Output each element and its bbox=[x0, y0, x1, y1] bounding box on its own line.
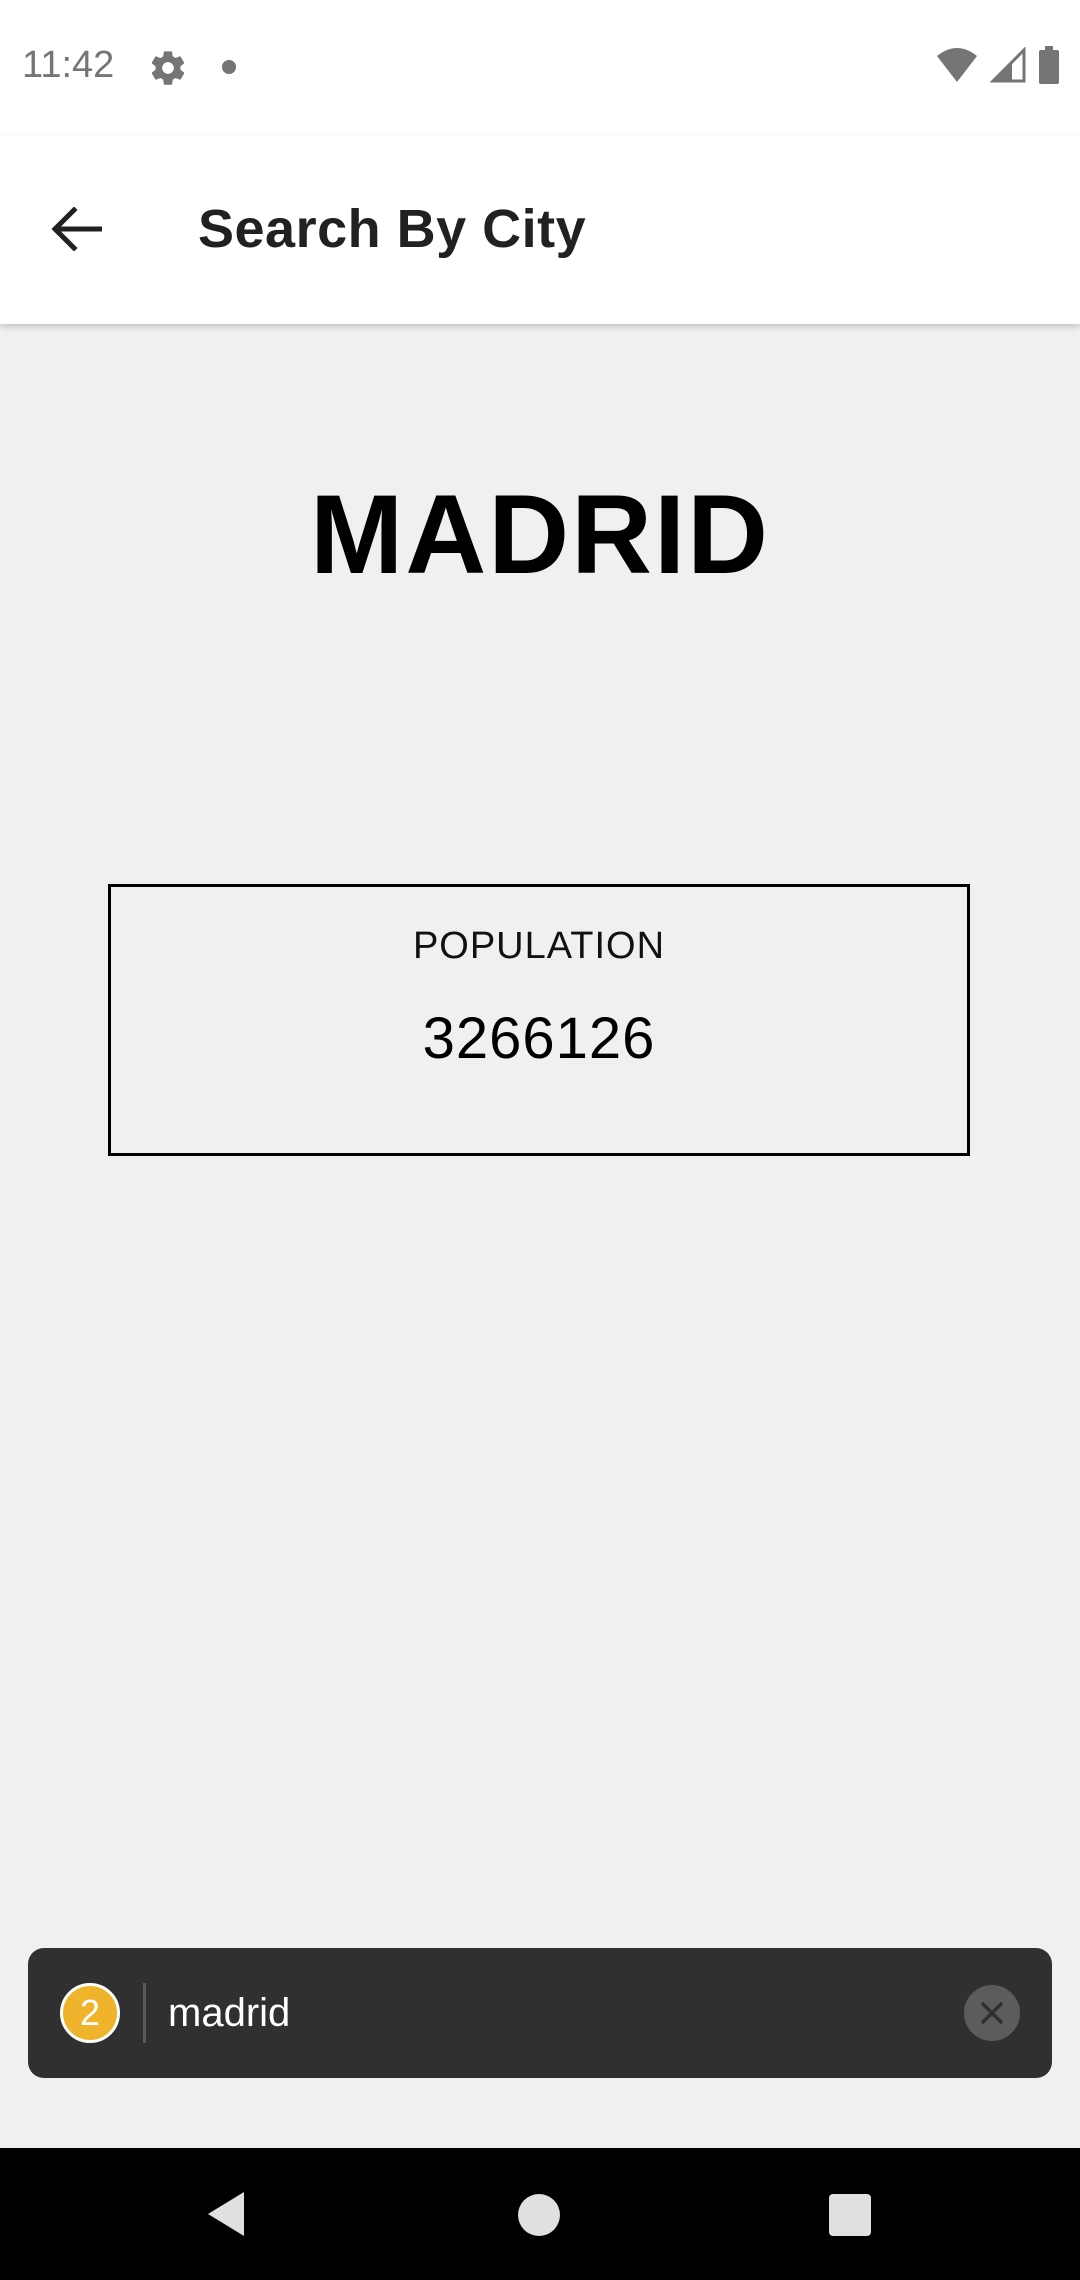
nav-back-icon[interactable] bbox=[200, 2186, 260, 2242]
back-button[interactable] bbox=[40, 193, 112, 265]
close-icon bbox=[981, 2002, 1003, 2024]
arrow-left-icon bbox=[51, 207, 102, 251]
wifi-icon bbox=[936, 46, 978, 89]
notification-dot-icon bbox=[222, 60, 236, 74]
divider bbox=[143, 1983, 146, 2043]
nav-home-icon[interactable] bbox=[518, 2194, 560, 2236]
battery-icon bbox=[1038, 46, 1060, 89]
nav-recents-icon[interactable] bbox=[829, 2194, 871, 2236]
count-badge[interactable]: 2 bbox=[60, 1983, 120, 2043]
status-time: 11:42 bbox=[22, 44, 115, 86]
page-title: Search By City bbox=[198, 199, 587, 259]
gear-icon bbox=[148, 48, 188, 88]
population-value: 3266126 bbox=[422, 1006, 656, 1071]
search-query-text[interactable]: madrid bbox=[168, 1948, 290, 2078]
population-card: POPULATION 3266126 bbox=[108, 884, 970, 1156]
status-icons bbox=[936, 46, 1060, 89]
navigation-bar bbox=[0, 2148, 1080, 2280]
cell-signal-icon bbox=[989, 46, 1026, 88]
screen: 11:42 Search By City MADRID POPULATION 3… bbox=[0, 0, 1080, 2280]
app-bar: Search By City bbox=[0, 135, 1080, 324]
city-name: MADRID bbox=[310, 472, 770, 597]
population-label: POPULATION bbox=[412, 925, 666, 967]
search-bubble[interactable]: 2 madrid bbox=[28, 1948, 1052, 2078]
clear-button[interactable] bbox=[964, 1985, 1020, 2041]
status-bar: 11:42 bbox=[0, 0, 1080, 135]
